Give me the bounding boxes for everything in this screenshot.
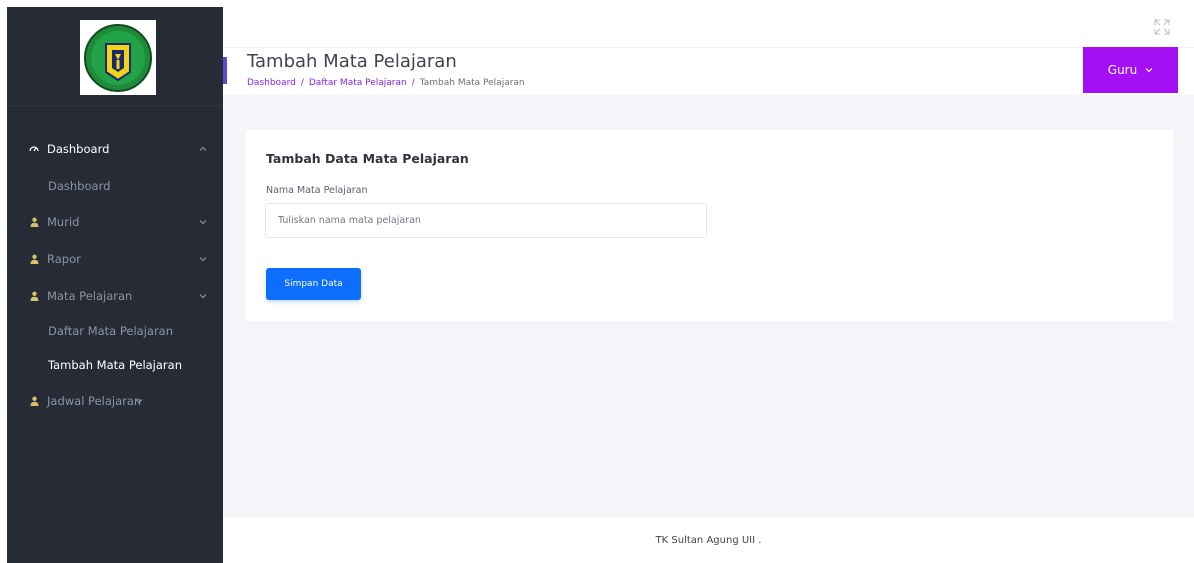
card-title: Tambah Data Mata Pelajaran: [266, 151, 469, 166]
save-button[interactable]: Simpan Data: [266, 268, 361, 300]
dashboard-icon: [29, 144, 39, 154]
field-label: Nama Mata Pelajaran: [266, 185, 368, 196]
header-accent-bar: [223, 57, 227, 84]
breadcrumb-link-dashboard[interactable]: Dashboard: [247, 78, 296, 88]
fullscreen-icon[interactable]: [1153, 18, 1171, 36]
sidebar-item-label: Jadwal Pelajaran: [47, 393, 142, 408]
sidebar-subitem-label: Daftar Mata Pelajaran: [48, 324, 174, 338]
page-title: Tambah Mata Pelajaran: [247, 51, 457, 72]
sidebar-item-label: Dashboard: [47, 142, 110, 156]
person-icon: [29, 217, 39, 227]
user-menu-button[interactable]: Guru: [1083, 47, 1178, 93]
sidebar-nav: Dashboard Dashboard Murid Rapor Mata Pel…: [7, 129, 223, 419]
sidebar-item-label: Mata Pelajaran: [47, 288, 133, 303]
chevron-down-icon: [135, 398, 143, 403]
sidebar-item-dashboard[interactable]: Dashboard: [7, 129, 223, 169]
user-menu-label: Guru: [1107, 63, 1138, 77]
sidebar-subitem-dashboard[interactable]: Dashboard: [7, 169, 223, 203]
person-icon: [29, 254, 39, 264]
person-icon: [29, 396, 39, 406]
breadcrumb-current: Tambah Mata Pelajaran: [419, 78, 525, 88]
chevron-up-icon: [199, 146, 207, 151]
school-logo[interactable]: [80, 20, 156, 95]
subject-name-input[interactable]: [265, 203, 707, 238]
sidebar-item-label: Rapor: [47, 251, 81, 266]
school-logo-icon: [84, 23, 152, 92]
breadcrumb-link-daftar-mata-pelajaran[interactable]: Daftar Mata Pelajaran: [309, 78, 407, 88]
breadcrumb: Dashboard / Daftar Mata Pelajaran / Tamb…: [247, 78, 525, 88]
breadcrumb-separator: /: [300, 78, 304, 88]
sidebar-subitem-tambah-mata-pelajaran[interactable]: Tambah Mata Pelajaran: [7, 348, 223, 382]
chevron-down-icon: [1145, 68, 1153, 73]
chevron-down-icon: [199, 256, 207, 261]
sidebar-item-mata-pelajaran[interactable]: Mata Pelajaran: [7, 277, 223, 314]
footer-text: TK Sultan Agung UII .: [655, 534, 762, 546]
breadcrumb-separator: /: [411, 78, 415, 88]
chevron-down-icon: [199, 219, 207, 224]
sidebar-item-murid[interactable]: Murid: [7, 203, 223, 240]
form-card: Tambah Data Mata Pelajaran Nama Mata Pel…: [246, 130, 1173, 321]
chevron-down-icon: [199, 293, 207, 298]
sidebar-item-jadwal-pelajaran[interactable]: Jadwal Pelajaran: [7, 382, 223, 419]
sidebar-subitem-daftar-mata-pelajaran[interactable]: Daftar Mata Pelajaran: [7, 314, 223, 348]
sidebar-item-rapor[interactable]: Rapor: [7, 240, 223, 277]
person-icon: [29, 291, 39, 301]
sidebar: Dashboard Dashboard Murid Rapor Mata Pel…: [7, 7, 223, 563]
footer: TK Sultan Agung UII .: [223, 517, 1194, 563]
sidebar-item-label: Murid: [47, 214, 80, 229]
sidebar-subitem-label: Dashboard: [48, 179, 111, 193]
sidebar-subitem-label: Tambah Mata Pelajaran: [48, 358, 182, 372]
sidebar-divider: [7, 105, 223, 106]
